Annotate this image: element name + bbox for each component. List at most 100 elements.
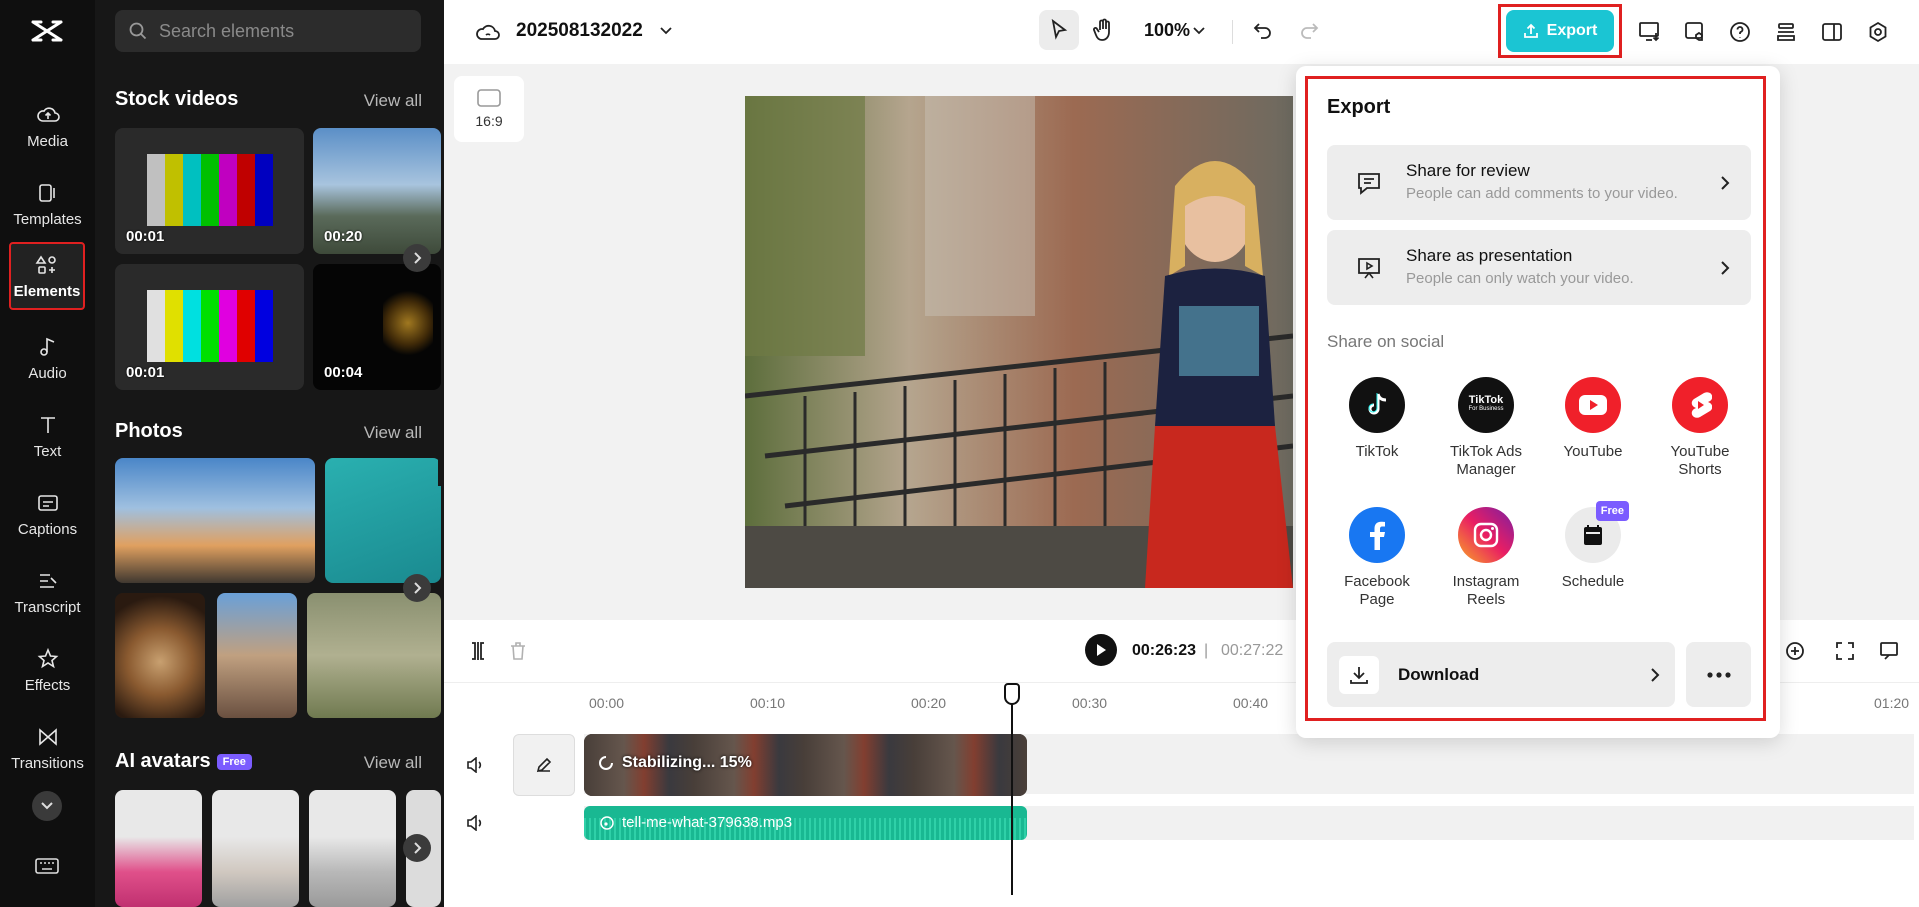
share-youtube-button[interactable]: YouTube: [1538, 377, 1648, 461]
rail-label-elements: Elements: [13, 282, 81, 300]
ai-avatars-view-all[interactable]: View all: [364, 753, 422, 773]
redo-icon: [1301, 23, 1319, 39]
select-tool-button[interactable]: [1039, 10, 1079, 50]
play-button[interactable]: [1085, 634, 1117, 666]
photos-next-button[interactable]: [403, 574, 431, 602]
photo-thumb[interactable]: [307, 593, 441, 718]
tiktok-logo-text: TikTok: [1468, 394, 1504, 406]
comment-button[interactable]: [1876, 638, 1902, 664]
avatar-thumb[interactable]: [115, 790, 202, 907]
rail-label-transcript: Transcript: [14, 598, 81, 616]
share-for-review-button[interactable]: Share for review People can add comments…: [1327, 145, 1751, 220]
brand-kit-button[interactable]: [1680, 16, 1712, 48]
stock-video-thumb[interactable]: 00:20: [313, 128, 441, 254]
project-menu-button[interactable]: [656, 20, 676, 42]
split-button[interactable]: [464, 638, 492, 664]
search-input[interactable]: [159, 20, 399, 42]
free-badge: Free: [1595, 501, 1629, 521]
ai-avatars-next-button[interactable]: [403, 834, 431, 862]
cloud-icon: [476, 25, 500, 40]
avatar-thumb[interactable]: [309, 790, 396, 907]
present-button[interactable]: [1634, 16, 1666, 48]
photo-thumb[interactable]: [115, 458, 315, 583]
layout-toggle-button[interactable]: [1816, 16, 1848, 48]
share-tiktok-button[interactable]: TikTok: [1322, 377, 1432, 461]
hand-tool-button[interactable]: [1084, 10, 1124, 50]
help-button[interactable]: [1724, 16, 1756, 48]
share-facebook-button[interactable]: Facebook Page: [1322, 507, 1432, 609]
transitions-icon: [38, 727, 57, 746]
rail-item-transitions[interactable]: Transitions: [0, 712, 95, 784]
avatar-thumb[interactable]: [212, 790, 299, 907]
playhead-line[interactable]: [1011, 683, 1013, 895]
audio-track-mute-button[interactable]: [464, 812, 486, 834]
rail-item-transcript[interactable]: Transcript: [0, 556, 95, 628]
photo-thumb[interactable]: [217, 593, 297, 718]
share-presentation-title: Share as presentation: [1406, 246, 1573, 265]
rail-label-templates: Templates: [13, 210, 82, 228]
rail-item-elements[interactable]: Elements: [9, 242, 85, 310]
cloud-sync-button[interactable]: [474, 18, 502, 46]
tiktok-icon: [1349, 377, 1405, 433]
schedule-post-button[interactable]: Free Schedule: [1538, 501, 1648, 591]
redo-button[interactable]: [1294, 16, 1324, 46]
video-track-mute-button[interactable]: [464, 754, 486, 776]
zoom-level[interactable]: 100%: [1144, 20, 1190, 41]
photo-thumb[interactable]: [115, 593, 205, 718]
settings-button[interactable]: [1862, 16, 1894, 48]
project-name[interactable]: 202508132022: [516, 20, 643, 42]
social-label-tiktok: TikTok: [1355, 443, 1399, 460]
video-clip[interactable]: Stabilizing... 15%: [584, 734, 1027, 796]
social-label-schedule: Schedule: [1561, 573, 1625, 590]
stock-videos-next-button[interactable]: [403, 244, 431, 272]
download-button[interactable]: Download: [1327, 642, 1675, 707]
capcut-logo[interactable]: [29, 16, 65, 46]
undo-button[interactable]: [1248, 16, 1278, 46]
rail-item-effects[interactable]: Effects: [0, 634, 95, 706]
search-box[interactable]: [115, 10, 421, 52]
rail-item-templates[interactable]: Templates: [0, 168, 95, 240]
aspect-ratio-button[interactable]: 16:9: [454, 76, 524, 142]
export-button[interactable]: Export: [1506, 10, 1614, 52]
comment-icon: [1358, 173, 1380, 195]
cover-edit-button[interactable]: [513, 734, 575, 796]
chevron-down-icon: [660, 27, 672, 35]
photo-thumb[interactable]: [325, 458, 441, 583]
share-review-title: Share for review: [1406, 161, 1530, 180]
video-preview[interactable]: [745, 96, 1293, 588]
stock-videos-title: Stock videos: [115, 88, 239, 110]
photos-title: Photos: [115, 420, 183, 442]
stock-videos-view-all[interactable]: View all: [364, 91, 422, 111]
clip-status-text: Stabilizing... 15%: [622, 754, 752, 771]
tiktok-logo-subtext: For Business: [1468, 406, 1504, 412]
add-marker-button[interactable]: [1782, 638, 1808, 664]
audio-clip[interactable]: tell-me-what-379638.mp3: [584, 806, 1027, 840]
zoom-menu-button[interactable]: [1191, 20, 1207, 42]
facebook-icon: [1349, 507, 1405, 563]
stock-video-thumb[interactable]: 00:01: [115, 264, 304, 390]
ruler-tick: 01:20: [1874, 695, 1910, 711]
fullscreen-button[interactable]: [1832, 638, 1858, 664]
rail-label-text: Text: [33, 442, 62, 460]
rail-item-text[interactable]: Text: [0, 400, 95, 472]
share-as-presentation-button[interactable]: Share as presentation People can only wa…: [1327, 230, 1751, 305]
share-tiktok-ads-button[interactable]: TikTok For Business TikTok Ads Manager: [1431, 377, 1541, 479]
rail-item-audio[interactable]: Audio: [0, 322, 95, 394]
ruler-tick: 00:40: [1233, 695, 1269, 711]
more-options-button[interactable]: [1686, 642, 1751, 707]
photos-view-all[interactable]: View all: [364, 423, 422, 443]
rail-item-media[interactable]: Media: [0, 90, 95, 162]
delete-button[interactable]: [504, 638, 532, 664]
stock-video-thumb[interactable]: 00:04: [313, 264, 441, 390]
chevron-right-icon: [414, 252, 422, 264]
layers-button[interactable]: [1770, 16, 1802, 48]
sidebar-icon: [1822, 23, 1842, 41]
stock-video-thumb[interactable]: 00:01: [115, 128, 304, 254]
keyboard-shortcuts-button[interactable]: [34, 856, 60, 876]
share-youtube-shorts-button[interactable]: YouTube Shorts: [1645, 377, 1755, 479]
share-instagram-button[interactable]: Instagram Reels: [1431, 507, 1541, 609]
social-label-tiktok-ads-line2: Manager: [1456, 461, 1516, 478]
rail-item-captions[interactable]: Captions: [0, 478, 95, 550]
rail-expand-button[interactable]: [32, 791, 62, 821]
playhead-handle[interactable]: [1004, 683, 1020, 705]
